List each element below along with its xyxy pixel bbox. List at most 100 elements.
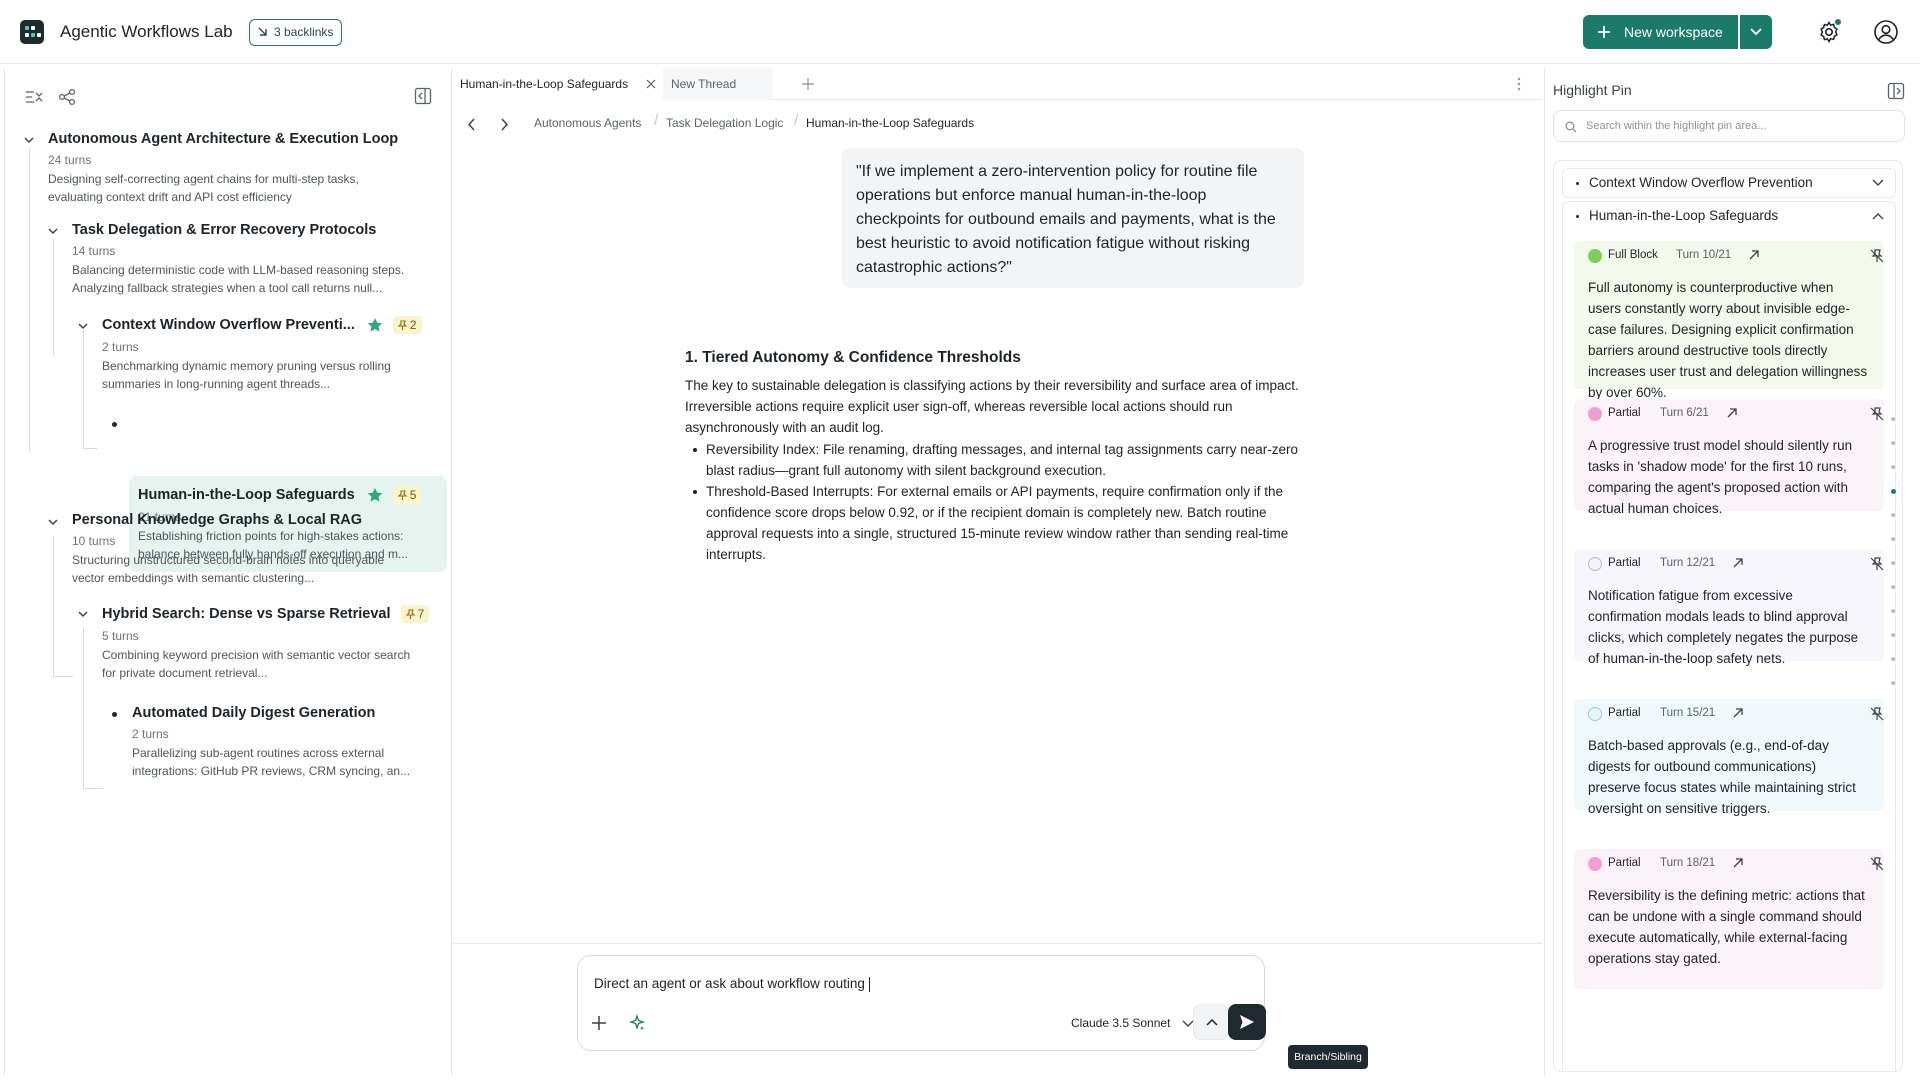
collapse-all-icon[interactable] — [25, 88, 43, 106]
pin-card[interactable]: Partial Turn 18/21 Reversibility is the … — [1574, 849, 1884, 989]
pin-count-badge: 7 — [400, 605, 430, 623]
top-bar: Agentic Workflows Lab 3 backlinks New wo… — [0, 0, 1920, 64]
status-dot — [1588, 707, 1602, 721]
node-bullet — [112, 712, 117, 717]
pin-card[interactable]: Partial Turn 6/21 A progressive trust mo… — [1574, 399, 1884, 516]
pin-count-badge: 2 — [392, 316, 422, 334]
unpin-icon[interactable] — [1870, 557, 1884, 571]
model-label: Claude 3.5 Sonnet — [1071, 1016, 1171, 1030]
pin-count: 7 — [417, 607, 425, 621]
sparkles-icon[interactable] — [628, 1014, 646, 1032]
more-options-icon[interactable] — [1517, 77, 1521, 91]
unpin-icon[interactable] — [1870, 249, 1884, 263]
pin-search-input[interactable]: Search within the highlight pin area... — [1553, 110, 1905, 142]
pin-icon — [405, 609, 415, 620]
send-button[interactable] — [1228, 1004, 1266, 1040]
tree-node-title-row: Human-in-the-Loop Safeguards 5 — [138, 486, 438, 504]
composer-input[interactable]: Direct an agent or ask about workflow ro… — [594, 976, 870, 992]
breadcrumb-item[interactable]: Task Delegation Logic — [666, 116, 783, 130]
message-composer[interactable]: Direct an agent or ask about workflow ro… — [577, 955, 1266, 1051]
pin-card[interactable]: Partial Turn 15/21 Batch-based approvals… — [1574, 699, 1884, 816]
pin-card[interactable]: Full Block Turn 10/21 Full autonomy is c… — [1574, 241, 1884, 400]
backlinks-badge[interactable]: 3 backlinks — [249, 19, 343, 46]
tree-node[interactable]: Task Delegation & Error Recovery Protoco… — [72, 222, 412, 297]
star-icon[interactable] — [367, 487, 383, 503]
model-selector[interactable]: Claude 3.5 Sonnet — [1071, 1016, 1194, 1030]
section-human-in-the-loop[interactable]: Human-in-the-Loop Safeguards — [1562, 201, 1896, 231]
tree-node[interactable]: Hybrid Search: Dense vs Sparse Retrieval… — [102, 605, 430, 682]
close-icon[interactable] — [646, 79, 656, 89]
tree-node[interactable]: Context Window Overflow Preventi... 2 2 … — [102, 316, 422, 393]
unpin-icon[interactable] — [1870, 857, 1884, 871]
collapse-sidebar-icon[interactable] — [414, 87, 432, 105]
response-heading: 1. Tiered Autonomy & Confidence Threshol… — [685, 349, 1021, 366]
graph-view-icon[interactable] — [58, 88, 76, 106]
tab-label: New Thread — [671, 77, 737, 91]
tree-node-turns: 2 turns — [132, 727, 169, 741]
chevron-down-icon[interactable] — [77, 608, 89, 620]
chevron-down-icon — [1182, 1020, 1194, 1027]
tree-node[interactable]: Automated Daily Digest Generation 2 turn… — [132, 705, 442, 780]
pin-card[interactable]: Partial Turn 12/21 Notification fatigue … — [1574, 549, 1884, 666]
breadcrumb-current: Human-in-the-Loop Safeguards — [806, 116, 975, 130]
notification-dot — [1835, 19, 1841, 25]
tree-node[interactable]: Autonomous Agent Architecture & Executio… — [48, 131, 399, 206]
pin-tag: Partial — [1608, 857, 1641, 869]
user-message: "If we implement a zero-intervention pol… — [842, 148, 1304, 288]
add-tab-icon[interactable] — [802, 78, 814, 90]
search-placeholder: Search within the highlight pin area... — [1586, 120, 1767, 132]
tree-node-title: Task Delegation & Error Recovery Protoco… — [72, 222, 377, 238]
tree-node-turns: 24 turns — [48, 153, 92, 167]
unpin-icon[interactable] — [1870, 707, 1884, 721]
conversation-panel: Human-in-the-Loop Safeguards New Thread … — [452, 68, 1542, 1076]
open-link-icon[interactable] — [1726, 407, 1738, 419]
tree-node-description: Balancing deterministic code with LLM-ba… — [72, 263, 405, 295]
open-link-icon[interactable] — [1732, 557, 1744, 569]
breadcrumb-item[interactable]: Autonomous Agents — [534, 116, 641, 130]
open-link-icon[interactable] — [1748, 249, 1760, 261]
branch-sibling-button[interactable] — [1193, 1004, 1229, 1040]
pin-card-header: Partial Turn 6/21 — [1588, 399, 1884, 427]
tree-node[interactable]: Personal Knowledge Graphs & Local RAG 10… — [72, 512, 412, 587]
tree-node-title: Autonomous Agent Architecture & Executio… — [48, 131, 399, 147]
tree-node-turns: 14 turns — [72, 244, 116, 258]
new-workspace-dropdown-button[interactable] — [1740, 15, 1772, 49]
status-dot — [1588, 249, 1602, 263]
tree-node-turns: 10 turns — [72, 534, 116, 548]
pin-count-badge: 5 — [392, 486, 422, 504]
pin-turn: Turn 12/21 — [1660, 557, 1716, 569]
tree-node-description: Designing self-correcting agent chains f… — [48, 172, 359, 204]
plus-icon[interactable] — [592, 1016, 606, 1030]
open-link-icon[interactable] — [1732, 707, 1744, 719]
section-context-window[interactable]: Context Window Overflow Prevention — [1562, 168, 1896, 198]
pin-card-header: Full Block Turn 10/21 — [1588, 241, 1884, 269]
tree-node-title: Automated Daily Digest Generation — [132, 705, 376, 721]
tab-human-in-the-loop[interactable]: Human-in-the-Loop Safeguards — [452, 68, 662, 100]
open-link-icon[interactable] — [1732, 857, 1744, 869]
response-paragraph: The key to sustainable delegation is cla… — [685, 378, 1299, 435]
composer-divider — [452, 943, 1542, 944]
pin-text: Full autonomy is counterproductive when … — [1588, 280, 1868, 400]
chevron-down-icon[interactable] — [47, 225, 59, 237]
user-account-icon[interactable] — [1873, 19, 1899, 45]
tree-node-title: Hybrid Search: Dense vs Sparse Retrieval — [102, 605, 391, 622]
tree-node-description: Parallelizing sub-agent routines across … — [132, 746, 411, 778]
forward-arrow-icon[interactable] — [500, 118, 509, 131]
search-icon — [1565, 121, 1577, 133]
chevron-down-icon[interactable] — [47, 516, 59, 528]
tab-new-thread[interactable]: New Thread — [663, 68, 773, 100]
pin-turn: Turn 15/21 — [1660, 707, 1716, 719]
new-workspace-button[interactable]: New workspace — [1583, 15, 1738, 49]
unpin-icon[interactable] — [1870, 407, 1884, 421]
send-icon — [1240, 1015, 1254, 1029]
chevron-down-icon[interactable] — [23, 134, 35, 146]
chevron-up-icon — [1872, 213, 1884, 220]
collapse-panel-icon[interactable] — [1887, 82, 1905, 100]
section-title: Human-in-the-Loop Safeguards — [1589, 208, 1779, 223]
back-arrow-icon[interactable] — [467, 118, 476, 131]
tooltip: Branch/Sibling — [1288, 1045, 1368, 1069]
chevron-down-icon[interactable] — [77, 320, 89, 332]
pin-icon — [397, 320, 408, 331]
pin-tag: Full Block — [1608, 249, 1658, 261]
star-icon[interactable] — [367, 317, 383, 333]
